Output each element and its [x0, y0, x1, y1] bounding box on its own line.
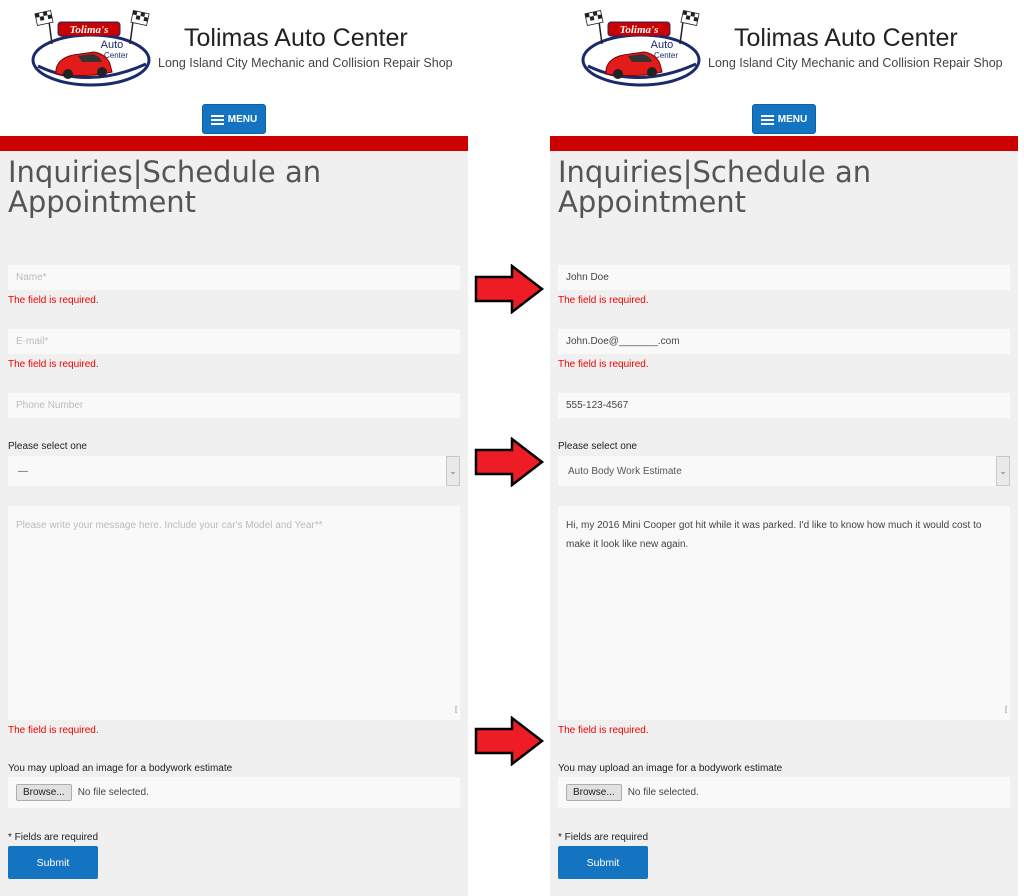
- menu-label: MENU: [227, 113, 258, 125]
- hamburger-icon: [760, 114, 774, 125]
- required-note: * Fields are required: [8, 832, 99, 843]
- browse-button[interactable]: Browse...: [16, 784, 72, 801]
- site-subtitle: Long Island City Mechanic and Collision …: [158, 56, 453, 70]
- message-error: The field is required.: [558, 725, 649, 736]
- phone-input[interactable]: 555-123-4567: [558, 393, 1010, 418]
- logo[interactable]: Tolima's Auto Center: [28, 8, 154, 88]
- red-arrow-icon: [474, 264, 545, 314]
- filled-form-panel: Tolima's Auto Center Tolimas Auto Center…: [550, 0, 1018, 896]
- resize-grip-icon[interactable]: ⁅: [1005, 700, 1008, 719]
- svg-text:Auto: Auto: [101, 39, 124, 51]
- checkered-flag-right-icon: [129, 9, 150, 45]
- email-error: The field is required.: [8, 359, 99, 370]
- name-error: The field is required.: [558, 295, 649, 306]
- form-container: Inquiries|Schedule an Appointment John D…: [550, 151, 1018, 896]
- resize-grip-icon[interactable]: ⁅: [455, 700, 458, 719]
- message-error: The field is required.: [8, 725, 99, 736]
- file-upload: Browse... No file selected.: [558, 777, 1010, 808]
- form-container: Inquiries|Schedule an Appointment Name* …: [0, 151, 468, 896]
- select-label: Please select one: [8, 441, 87, 452]
- checkered-flag-left-icon: [584, 9, 604, 45]
- select-value: —: [18, 465, 28, 477]
- chevron-down-icon[interactable]: ⌄: [446, 456, 460, 486]
- header-red-bar: [550, 136, 1018, 151]
- browse-button[interactable]: Browse...: [566, 784, 622, 801]
- svg-text:Center: Center: [654, 51, 678, 60]
- inquiry-type-select[interactable]: Auto Body Work Estimate ⌄: [558, 456, 1010, 486]
- site-title[interactable]: Tolimas Auto Center: [184, 24, 408, 53]
- menu-button[interactable]: MENU: [752, 104, 816, 134]
- page-title: Inquiries|Schedule an Appointment: [558, 155, 872, 219]
- inquiry-type-select[interactable]: — ⌄: [8, 456, 460, 486]
- name-error: The field is required.: [8, 295, 99, 306]
- submit-button[interactable]: Submit: [558, 846, 648, 879]
- empty-form-panel: Tolima's Auto Center Tolimas Auto Center…: [0, 0, 468, 896]
- no-file-text: No file selected.: [627, 787, 699, 798]
- email-input[interactable]: John.Doe@_______.com: [558, 329, 1010, 354]
- submit-button[interactable]: Submit: [8, 846, 98, 879]
- logo[interactable]: Tolima's Auto Center: [578, 8, 704, 88]
- file-upload: Browse... No file selected.: [8, 777, 460, 808]
- svg-text:Tolima's: Tolima's: [70, 24, 109, 36]
- chevron-down-icon[interactable]: ⌄: [996, 456, 1010, 486]
- message-textarea[interactable]: Please write your message here. Include …: [8, 506, 460, 720]
- message-placeholder: Please write your message here. Include …: [16, 520, 323, 531]
- site-title[interactable]: Tolimas Auto Center: [734, 24, 958, 53]
- menu-label: MENU: [777, 113, 808, 125]
- svg-text:Tolima's: Tolima's: [620, 24, 659, 36]
- name-input[interactable]: Name*: [8, 265, 460, 290]
- page-title: Inquiries|Schedule an Appointment: [8, 155, 322, 219]
- red-arrow-icon: [474, 437, 545, 487]
- site-subtitle: Long Island City Mechanic and Collision …: [708, 56, 1003, 70]
- email-input[interactable]: E-mail*: [8, 329, 460, 354]
- checkered-flag-left-icon: [34, 9, 54, 45]
- message-textarea[interactable]: Hi, my 2016 Mini Cooper got hit while it…: [558, 506, 1010, 720]
- upload-label: You may upload an image for a bodywork e…: [558, 763, 783, 774]
- header-red-bar: [0, 136, 468, 151]
- hamburger-icon: [210, 114, 224, 125]
- name-input[interactable]: John Doe: [558, 265, 1010, 290]
- message-value: Hi, my 2016 Mini Cooper got hit while it…: [566, 520, 982, 550]
- svg-text:Center: Center: [104, 51, 128, 60]
- required-note: * Fields are required: [558, 832, 649, 843]
- checkered-flag-right-icon: [679, 9, 700, 45]
- menu-button[interactable]: MENU: [202, 104, 266, 134]
- select-value: Auto Body Work Estimate: [568, 465, 682, 477]
- no-file-text: No file selected.: [77, 787, 149, 798]
- svg-text:Auto: Auto: [651, 39, 674, 51]
- red-arrow-icon: [474, 716, 545, 766]
- upload-label: You may upload an image for a bodywork e…: [8, 763, 233, 774]
- phone-input[interactable]: Phone Number: [8, 393, 460, 418]
- select-label: Please select one: [558, 441, 637, 452]
- email-error: The field is required.: [558, 359, 649, 370]
